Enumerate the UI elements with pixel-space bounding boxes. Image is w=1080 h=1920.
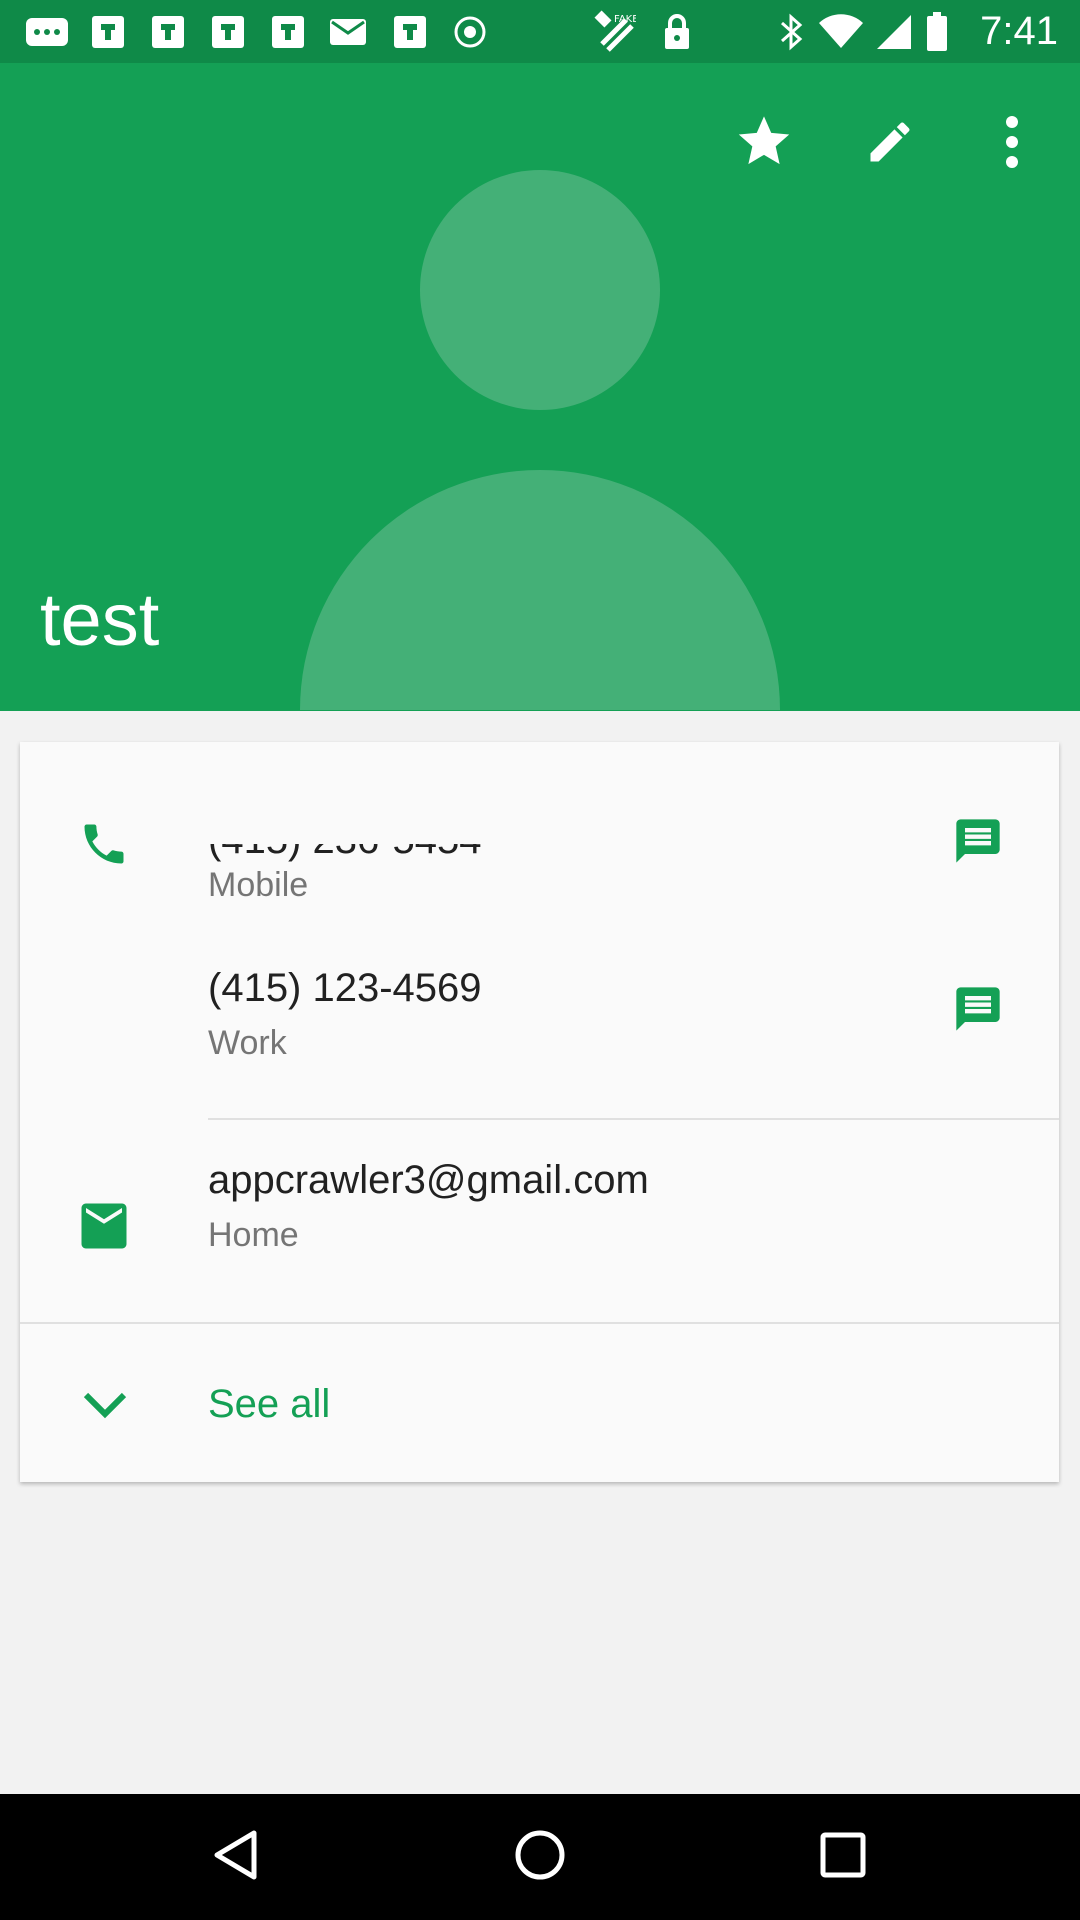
phone-row-work[interactable]: (415) 123-4569 Work xyxy=(20,952,1059,1102)
message-icon xyxy=(326,12,370,52)
bluetooth-icon xyxy=(776,12,806,52)
see-all-label: See all xyxy=(208,1382,331,1426)
recents-button[interactable] xyxy=(803,1817,883,1897)
app-notification-icon xyxy=(88,12,128,52)
app-notification-icon xyxy=(208,12,248,52)
gps-icon xyxy=(450,12,490,52)
status-time: 7:41 xyxy=(980,9,1058,53)
phone-number: (415) 236-5454 xyxy=(208,844,482,864)
edit-icon xyxy=(864,116,916,173)
chevron-down-icon xyxy=(80,1380,130,1430)
see-all-button[interactable]: See all xyxy=(20,1324,1059,1482)
email-type: Home xyxy=(208,1216,299,1254)
recents-icon xyxy=(820,1832,866,1883)
avatar-placeholder-body xyxy=(300,470,780,710)
edit-contact-button[interactable] xyxy=(850,104,930,184)
more-options-button[interactable] xyxy=(972,104,1052,184)
contact-details-card: (415) 236-5454 Mobile (415) 123-4569 Wor… xyxy=(20,742,1059,1482)
svg-text:FAKE: FAKE xyxy=(614,14,636,25)
fake-location-icon: FAKE xyxy=(592,10,636,52)
wifi-icon xyxy=(818,12,864,52)
app-notification-icon xyxy=(390,12,430,52)
battery-icon xyxy=(924,12,950,52)
contact-header: test xyxy=(0,63,1080,711)
message-icon xyxy=(952,983,1004,1040)
navigation-bar xyxy=(0,1794,1080,1920)
phone-number: (415) 123-4569 xyxy=(208,966,482,1010)
cellular-signal-icon xyxy=(874,12,914,52)
email-row[interactable]: appcrawler3@gmail.com Home xyxy=(20,1126,1059,1276)
phone-icon xyxy=(76,816,132,872)
phone-row-mobile[interactable]: (415) 236-5454 Mobile xyxy=(20,782,1059,932)
home-icon xyxy=(514,1829,566,1886)
favorite-button[interactable] xyxy=(724,104,804,184)
overflow-menu-icon xyxy=(1004,115,1020,174)
star-icon xyxy=(736,115,792,174)
avatar-placeholder-head xyxy=(420,170,660,410)
phone-type: Mobile xyxy=(208,866,309,904)
app-notification-icon xyxy=(268,12,308,52)
phone-type: Work xyxy=(208,1024,287,1062)
send-message-button[interactable] xyxy=(940,806,1015,881)
back-button[interactable] xyxy=(196,1817,276,1897)
send-message-button[interactable] xyxy=(940,974,1015,1049)
email-address: appcrawler3@gmail.com xyxy=(208,1158,649,1202)
lock-icon xyxy=(660,12,694,52)
back-icon xyxy=(213,1830,259,1885)
phone-number-clip: (415) 236-5454 xyxy=(208,844,708,866)
message-icon xyxy=(952,815,1004,872)
contact-name: test xyxy=(40,578,160,661)
home-button[interactable] xyxy=(500,1817,580,1897)
more-notifications-icon xyxy=(24,12,70,52)
email-icon xyxy=(76,1198,132,1254)
app-notification-icon xyxy=(148,12,188,52)
section-divider xyxy=(208,1118,1059,1120)
status-bar: FAKE 7:41 xyxy=(0,0,1080,63)
